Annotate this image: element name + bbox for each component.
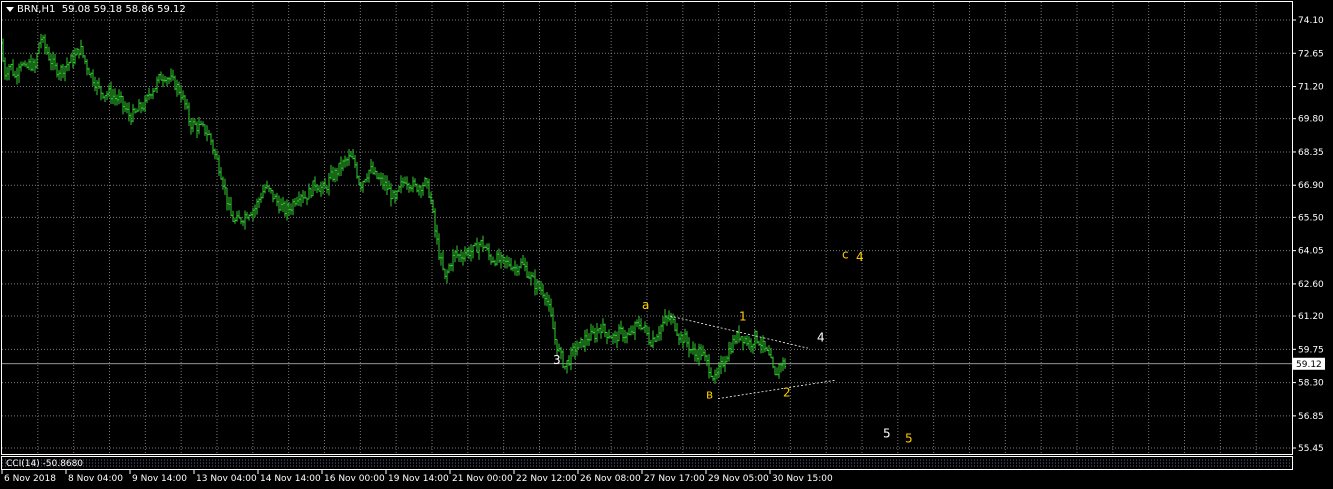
x-tick-label: 29 Nov 05:00 — [708, 474, 769, 484]
y-tick-label: 61.20 — [1298, 312, 1324, 322]
y-tick-label: 72.65 — [1298, 49, 1324, 59]
wave-label: c — [842, 248, 849, 262]
y-tick-label: 74.10 — [1298, 16, 1324, 26]
x-tick-label: 6 Nov 2018 — [4, 474, 56, 484]
ohlc-values: 59.08 59.18 58.86 59.12 — [61, 4, 186, 15]
x-tick-label: 19 Nov 14:00 — [388, 474, 449, 484]
price-axis: 74.10 72.65 71.20 69.80 68.35 66.90 65.50 64.05… — [1292, 16, 1325, 454]
y-tick-label: 69.80 — [1298, 115, 1324, 125]
y-tick-label: 71.20 — [1298, 83, 1324, 93]
wave-label: 5 — [905, 431, 913, 445]
y-tick-label: 66.90 — [1298, 181, 1324, 191]
time-axis: 6 Nov 2018 8 Nov 04:00 9 Nov 14:00 13 Nov 0… — [1, 470, 833, 484]
x-tick-label: 16 Nov 00:00 — [324, 474, 385, 484]
y-tick-label: 64.05 — [1298, 247, 1324, 257]
wave-label: 2 — [783, 385, 791, 399]
wave-label: a — [642, 298, 649, 312]
x-tick-label: 22 Nov 12:00 — [516, 474, 577, 484]
wave-label: 5 — [883, 427, 891, 441]
current-price-label: 59.12 — [1296, 360, 1322, 370]
x-tick-label: 9 Nov 14:00 — [132, 474, 187, 484]
wave-label: 3 — [553, 353, 561, 367]
x-tick-label: 26 Nov 08:00 — [580, 474, 641, 484]
wave-label: в — [706, 388, 713, 402]
y-tick-label: 68.35 — [1298, 148, 1324, 158]
x-tick-label: 21 Nov 00:00 — [452, 474, 513, 484]
y-tick-label: 55.45 — [1298, 444, 1324, 454]
x-tick-label: 14 Nov 14:00 — [260, 474, 321, 484]
wave-label: 1 — [739, 310, 747, 324]
symbol-label: BRN,H1 — [17, 4, 56, 15]
x-tick-label: 13 Nov 04:00 — [196, 474, 257, 484]
y-tick-label: 65.50 — [1298, 213, 1324, 223]
indicator-label: CCI(14) -50.8680 — [6, 459, 84, 469]
x-tick-label: 27 Nov 17:00 — [644, 474, 705, 484]
y-tick-label: 59.75 — [1298, 345, 1324, 355]
price-chart[interactable]: 3a14в 2c 45 5 74.1072.6571.2069.8068.3566.9… — [0, 0, 1333, 489]
x-tick-label: 30 Nov 15:00 — [772, 474, 833, 484]
y-tick-label: 58.30 — [1298, 379, 1324, 389]
wave-label: 4 — [856, 250, 864, 264]
y-tick-label: 62.60 — [1298, 280, 1324, 290]
chevron-down-icon[interactable] — [6, 6, 14, 12]
x-tick-label: 8 Nov 04:00 — [68, 474, 123, 484]
wave-label: 4 — [817, 330, 825, 344]
y-tick-label: 56.85 — [1298, 412, 1324, 422]
grid — [2, 2, 1292, 467]
chart-header: BRN,H1 59.08 59.18 58.86 59.12 — [6, 4, 186, 15]
